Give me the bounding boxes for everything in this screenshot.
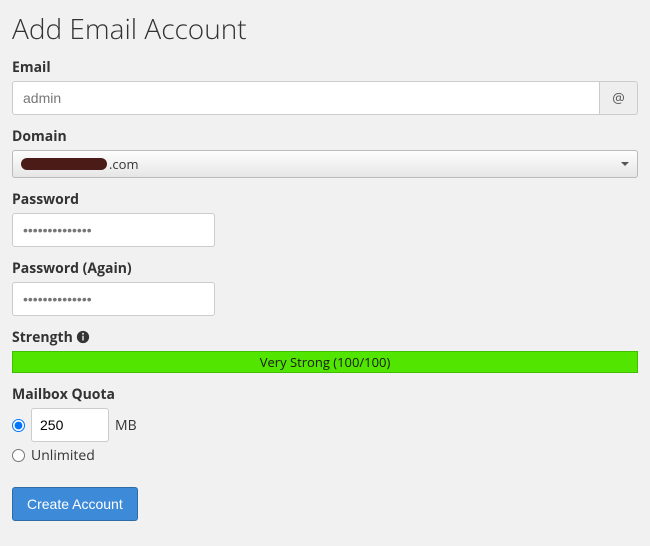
strength-field-group: Strength Very Strong (100/100) xyxy=(12,328,638,373)
domain-suffix: .com xyxy=(109,155,139,173)
quota-field-group: Mailbox Quota MB Unlimited xyxy=(12,385,638,465)
email-label: Email xyxy=(12,58,638,77)
email-at-addon: @ xyxy=(600,81,638,115)
quota-label: Mailbox Quota xyxy=(12,385,638,404)
quota-fixed-radio[interactable] xyxy=(12,419,25,432)
password2-label: Password (Again) xyxy=(12,259,638,278)
create-account-button[interactable]: Create Account xyxy=(12,487,138,521)
password-field-group: Password xyxy=(12,190,638,247)
password2-input[interactable] xyxy=(12,282,215,316)
page-title: Add Email Account xyxy=(12,10,638,48)
email-input[interactable] xyxy=(12,81,600,115)
quota-unlimited-label: Unlimited xyxy=(31,446,95,465)
quota-unlimited-radio[interactable] xyxy=(12,449,25,462)
strength-meter: Very Strong (100/100) xyxy=(12,351,638,373)
domain-select[interactable]: .com xyxy=(12,150,638,178)
strength-label: Strength xyxy=(12,328,638,347)
password-label: Password xyxy=(12,190,638,209)
quota-value-input[interactable] xyxy=(31,408,109,442)
domain-label: Domain xyxy=(12,127,638,146)
domain-redacted xyxy=(21,158,107,170)
password-input[interactable] xyxy=(12,213,215,247)
strength-label-text: Strength xyxy=(12,328,73,347)
chevron-down-icon xyxy=(621,162,629,166)
domain-field-group: Domain .com xyxy=(12,127,638,178)
email-field-group: Email @ xyxy=(12,58,638,115)
quota-unit: MB xyxy=(115,416,137,435)
password2-field-group: Password (Again) xyxy=(12,259,638,316)
info-icon[interactable] xyxy=(76,330,90,344)
